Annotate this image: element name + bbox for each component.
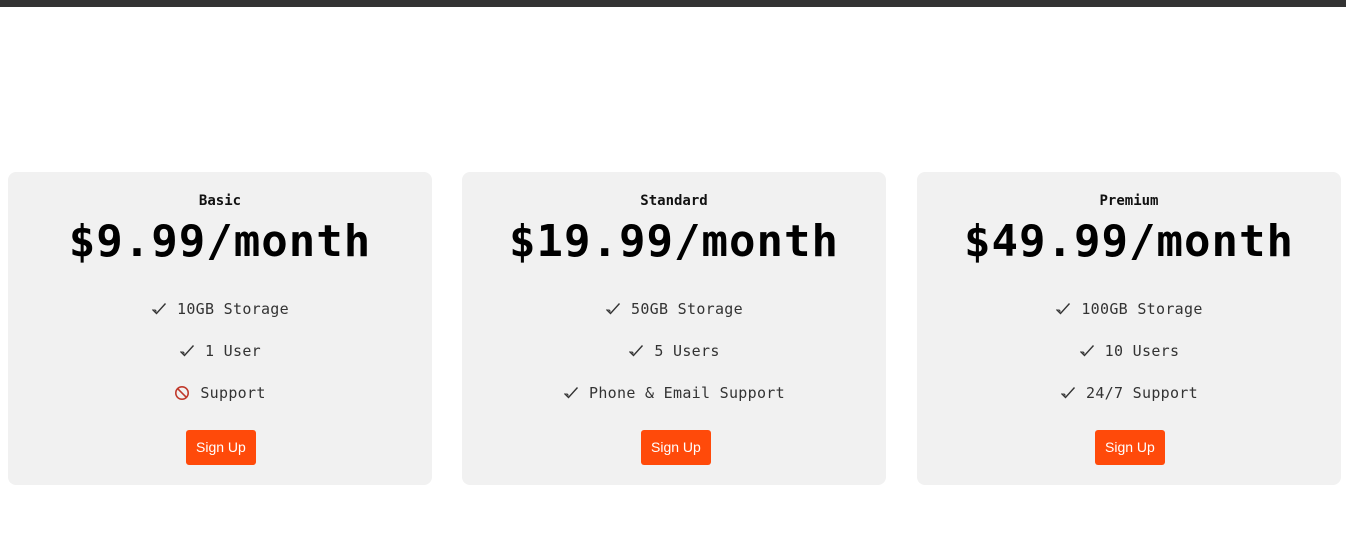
check-icon	[1056, 303, 1071, 315]
feature-item: Support	[8, 382, 432, 424]
feature-item: 100GB Storage	[917, 298, 1341, 340]
pricing-card-standard: Standard $19.99/month 50GB Storage 5 Use…	[462, 172, 886, 485]
feature-list: 100GB Storage 10 Users 24/7 Support	[917, 298, 1341, 424]
check-icon	[564, 387, 579, 399]
feature-item: 10 Users	[917, 340, 1341, 382]
plan-price: $19.99/month	[509, 216, 839, 267]
feature-text: 24/7 Support	[1086, 384, 1198, 402]
feature-item: 1 User	[8, 340, 432, 382]
feature-item: 24/7 Support	[917, 382, 1341, 424]
feature-text: 50GB Storage	[631, 300, 743, 318]
top-bar	[0, 0, 1346, 7]
check-icon	[1061, 387, 1076, 399]
sign-up-button[interactable]: Sign Up	[186, 430, 256, 465]
sign-up-button[interactable]: Sign Up	[641, 430, 711, 465]
feature-list: 50GB Storage 5 Users Phone & Email Suppo…	[462, 298, 886, 424]
feature-text: 10 Users	[1104, 342, 1180, 360]
feature-text: 1 User	[205, 342, 261, 360]
sign-up-button[interactable]: Sign Up	[1095, 430, 1165, 465]
prohibited-icon	[175, 386, 190, 400]
plan-name: Premium	[1099, 193, 1159, 209]
plan-price: $9.99/month	[68, 216, 372, 267]
feature-item: 5 Users	[462, 340, 886, 382]
check-icon	[1079, 345, 1094, 357]
check-icon	[629, 345, 644, 357]
feature-text: 100GB Storage	[1081, 300, 1203, 318]
check-icon	[180, 345, 195, 357]
check-icon	[606, 303, 621, 315]
feature-item: Phone & Email Support	[462, 382, 886, 424]
feature-text: 5 Users	[654, 342, 720, 360]
pricing-cards: Basic $9.99/month 10GB Storage 1 User Su…	[8, 172, 1341, 485]
plan-price: $49.99/month	[964, 216, 1294, 267]
plan-name: Basic	[198, 193, 242, 209]
feature-item: 50GB Storage	[462, 298, 886, 340]
pricing-card-premium: Premium $49.99/month 100GB Storage 10 Us…	[917, 172, 1341, 485]
feature-text: 10GB Storage	[177, 300, 289, 318]
feature-list: 10GB Storage 1 User Support	[8, 298, 432, 424]
plan-name: Standard	[640, 193, 708, 209]
pricing-card-basic: Basic $9.99/month 10GB Storage 1 User Su…	[8, 172, 432, 485]
feature-item: 10GB Storage	[8, 298, 432, 340]
feature-text: Phone & Email Support	[589, 384, 785, 402]
check-icon	[152, 303, 167, 315]
feature-text: Support	[200, 384, 266, 402]
